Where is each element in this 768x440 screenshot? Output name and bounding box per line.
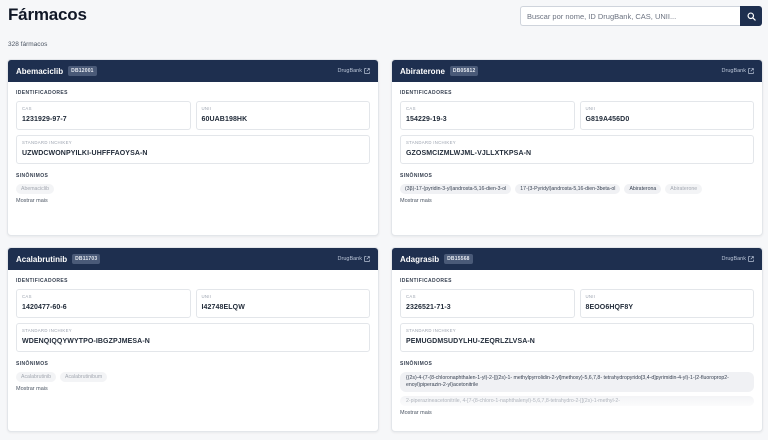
inchikey-field: STANDARD INCHIKEY GZOSMCIZMLWJML-VJLLXTK… bbox=[400, 135, 754, 164]
inchikey-value: UZWDCWONPYILKI-UHFFFAOYSA-N bbox=[22, 150, 148, 157]
cas-value: 154229-19-3 bbox=[406, 116, 447, 123]
drug-card: Adagrasib DB15568 DrugBank IDENTIFICADOR… bbox=[391, 247, 763, 432]
cas-value: 1231929-97-7 bbox=[22, 116, 67, 123]
unii-label: UNII bbox=[585, 106, 596, 111]
drugbank-id-badge: DB15568 bbox=[444, 254, 473, 264]
synonym-chip: Abiraterone bbox=[665, 184, 703, 194]
drugbank-link[interactable]: DrugBank bbox=[722, 256, 754, 262]
unii-field: UNII I42748ELQW bbox=[195, 289, 370, 318]
drug-name: Adagrasib bbox=[400, 254, 440, 264]
result-count: 328 fármacos bbox=[8, 41, 48, 48]
drug-name: Abiraterone bbox=[400, 66, 445, 76]
cas-label: CAS bbox=[22, 294, 32, 299]
cas-value: 1420477-60-6 bbox=[22, 304, 67, 311]
inchikey-value: WDENQIQQYWYTPO-IBGZPJMESA-N bbox=[22, 338, 150, 345]
drug-card-header: Abemaciclib DB12001 DrugBank bbox=[8, 60, 378, 82]
unii-value: G819A456D0 bbox=[585, 116, 630, 123]
inchikey-label: STANDARD INCHIKEY bbox=[22, 140, 72, 145]
cas-label: CAS bbox=[406, 106, 416, 111]
cas-field: CAS 2326521-71-3 bbox=[400, 289, 575, 318]
identifiers-heading: IDENTIFICADORES bbox=[400, 90, 452, 96]
external-link-icon bbox=[748, 256, 754, 262]
synonym-chip: (3β)-17-(pyridin-3-yl)androsta-5,16-dien… bbox=[400, 184, 512, 194]
show-more-link[interactable]: Mostrar mais bbox=[400, 410, 754, 416]
cas-field: CAS 154229-19-3 bbox=[400, 101, 575, 130]
drug-name: Abemaciclib bbox=[16, 66, 64, 76]
identifiers-heading: IDENTIFICADORES bbox=[16, 278, 68, 284]
search-input[interactable] bbox=[520, 6, 740, 26]
drug-card: Acalabrutinib DB11703 DrugBank IDENTIFIC… bbox=[7, 247, 379, 432]
cas-label: CAS bbox=[406, 294, 416, 299]
unii-label: UNII bbox=[201, 294, 212, 299]
drug-card-header: Adagrasib DB15568 DrugBank bbox=[392, 248, 762, 270]
show-more-link[interactable]: Mostrar mais bbox=[400, 198, 754, 204]
unii-field: UNII 8EOO6HQF8Y bbox=[579, 289, 754, 318]
unii-label: UNII bbox=[585, 294, 596, 299]
search-icon bbox=[746, 11, 756, 21]
synonyms-heading: SINÔNIMOS bbox=[16, 173, 49, 179]
identifiers-heading: IDENTIFICADORES bbox=[16, 90, 68, 96]
synonym-chip: Acalabrutinibum bbox=[60, 372, 108, 382]
inchikey-label: STANDARD INCHIKEY bbox=[22, 328, 72, 333]
synonym-list: Abemaciclib bbox=[16, 184, 370, 194]
inchikey-value: PEMUGDMSUDYLHU-ZEQRLZLVSA-N bbox=[406, 338, 535, 345]
external-link-icon bbox=[364, 256, 370, 262]
synonym-chip: Abiraterona bbox=[624, 184, 662, 194]
cas-label: CAS bbox=[22, 106, 32, 111]
external-link-icon bbox=[748, 68, 754, 74]
synonym-chip: {(2s)-4-(7-(8-chloronaphthalen-1-yl)-2-{… bbox=[400, 372, 754, 392]
unii-value: I42748ELQW bbox=[201, 304, 245, 311]
external-link-icon bbox=[364, 68, 370, 74]
drugbank-link[interactable]: DrugBank bbox=[338, 68, 370, 74]
drugbank-link-label: DrugBank bbox=[721, 256, 746, 262]
drugbank-link[interactable]: DrugBank bbox=[338, 256, 370, 262]
drugbank-id-badge: DB05812 bbox=[449, 66, 479, 76]
page-title: Fármacos bbox=[8, 5, 87, 24]
search-bar bbox=[520, 6, 762, 26]
unii-value: 8EOO6HQF8Y bbox=[585, 304, 634, 311]
synonyms-heading: SINÔNIMOS bbox=[400, 361, 433, 367]
drugbank-id-badge: DB12001 bbox=[68, 66, 97, 76]
inchikey-field: STANDARD INCHIKEY WDENQIQQYWYTPO-IBGZPJM… bbox=[16, 323, 370, 352]
synonyms-heading: SINÔNIMOS bbox=[400, 173, 433, 179]
synonym-chip: Abemaciclib bbox=[16, 184, 54, 194]
unii-field: UNII 60UAB198HK bbox=[195, 101, 370, 130]
synonym-list: {(2s)-4-(7-(8-chloronaphthalen-1-yl)-2-{… bbox=[400, 372, 754, 406]
drugbank-link-label: DrugBank bbox=[337, 256, 362, 262]
drug-card: Abemaciclib DB12001 DrugBank IDENTIFICAD… bbox=[7, 59, 379, 236]
inchikey-field: STANDARD INCHIKEY UZWDCWONPYILKI-UHFFFAO… bbox=[16, 135, 370, 164]
unii-value: 60UAB198HK bbox=[201, 116, 248, 123]
drugbank-link-label: DrugBank bbox=[337, 68, 362, 74]
synonyms-heading: SINÔNIMOS bbox=[16, 361, 49, 367]
inchikey-label: STANDARD INCHIKEY bbox=[406, 140, 456, 145]
show-more-link[interactable]: Mostrar mais bbox=[16, 198, 370, 204]
drug-card-header: Abiraterone DB05812 DrugBank bbox=[392, 60, 762, 82]
synonym-list: (3β)-17-(pyridin-3-yl)androsta-5,16-dien… bbox=[400, 184, 754, 194]
drugbank-link-label: DrugBank bbox=[721, 68, 746, 74]
cas-field: CAS 1420477-60-6 bbox=[16, 289, 191, 318]
inchikey-value: GZOSMCIZMLWJML-VJLLXTKPSA-N bbox=[406, 150, 532, 157]
unii-label: UNII bbox=[201, 106, 212, 111]
drug-card-header: Acalabrutinib DB11703 DrugBank bbox=[8, 248, 378, 270]
show-more-link[interactable]: Mostrar mais bbox=[16, 386, 370, 392]
drugbank-id-badge: DB11703 bbox=[72, 254, 101, 264]
drug-card: Abiraterone DB05812 DrugBank IDENTIFICAD… bbox=[391, 59, 763, 236]
inchikey-field: STANDARD INCHIKEY PEMUGDMSUDYLHU-ZEQRLZL… bbox=[400, 323, 754, 352]
cas-field: CAS 1231929-97-7 bbox=[16, 101, 191, 130]
unii-field: UNII G819A456D0 bbox=[579, 101, 754, 130]
inchikey-label: STANDARD INCHIKEY bbox=[406, 328, 456, 333]
synonym-list: Acalabrutinib Acalabrutinibum bbox=[16, 372, 370, 382]
synonym-chip: 17-(3-Pyridyl)androsta-5,16-dien-3beta-o… bbox=[515, 184, 621, 194]
search-button[interactable] bbox=[740, 6, 762, 26]
identifiers-heading: IDENTIFICADORES bbox=[400, 278, 452, 284]
drugbank-link[interactable]: DrugBank bbox=[722, 68, 754, 74]
synonym-chip: Acalabrutinib bbox=[16, 372, 56, 382]
drug-name: Acalabrutinib bbox=[16, 254, 68, 264]
cas-value: 2326521-71-3 bbox=[406, 304, 451, 311]
synonym-chip: 2-piperazineacetonitrile, 4-[7-(8-chloro… bbox=[400, 396, 754, 406]
